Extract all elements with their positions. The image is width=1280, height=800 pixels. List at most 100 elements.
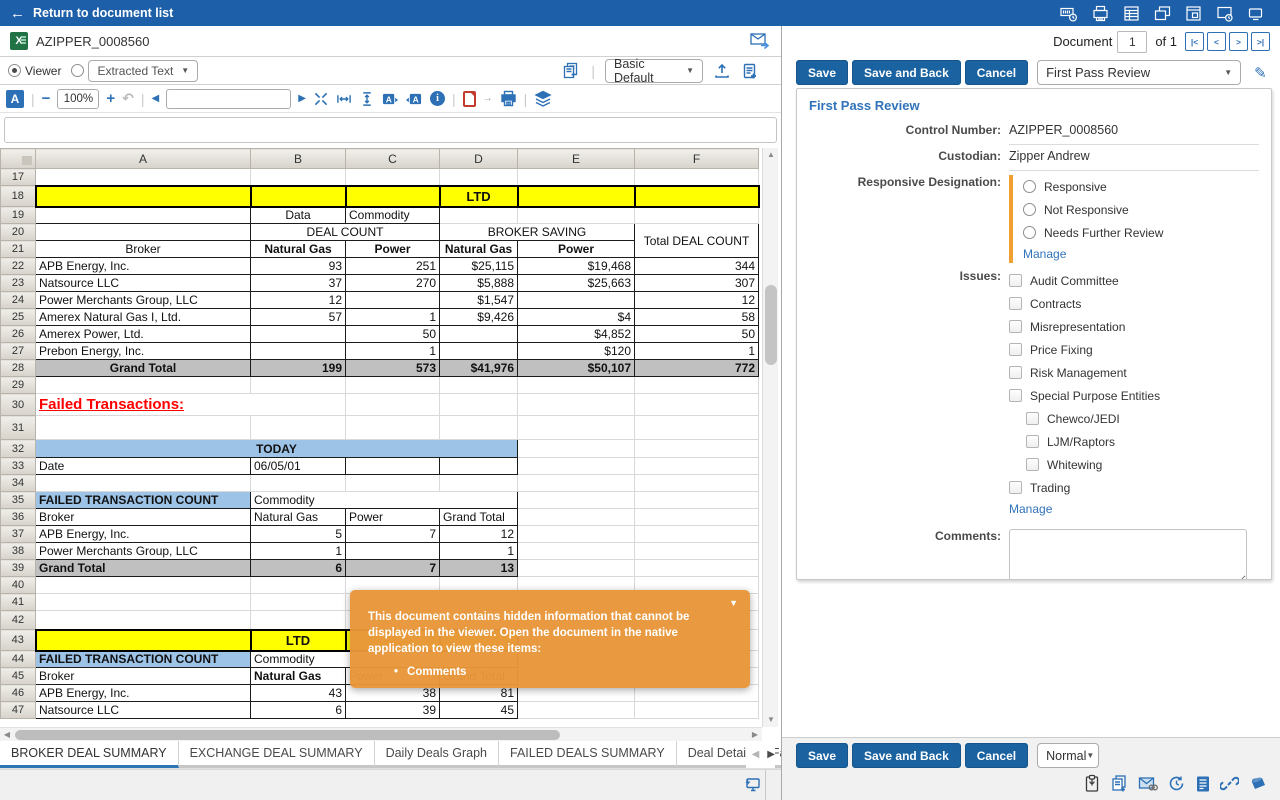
sheet-cell[interactable]: APB Energy, Inc. — [36, 526, 251, 543]
popout-viewer-icon[interactable] — [742, 776, 761, 794]
sheet-cell[interactable]: 251 — [346, 258, 440, 275]
row-header-26[interactable]: 26 — [1, 326, 36, 343]
sheet-cell[interactable]: 772 — [635, 360, 759, 377]
row-header-41[interactable]: 41 — [1, 594, 36, 611]
sheet-cell[interactable]: 1 — [251, 543, 346, 560]
sheet-cell[interactable] — [635, 169, 759, 186]
sheet-cell[interactable] — [518, 207, 635, 224]
sheet-cell[interactable] — [518, 509, 635, 526]
sheet-cell[interactable] — [440, 377, 518, 394]
checkbox-trading[interactable] — [1009, 481, 1022, 494]
row-header-47[interactable]: 47 — [1, 702, 36, 719]
save-button[interactable]: Save — [796, 60, 848, 85]
sheet-cell[interactable]: 7 — [346, 560, 440, 577]
row-header-44[interactable]: 44 — [1, 651, 36, 668]
window-clock-icon[interactable] — [1216, 5, 1233, 22]
column-header-E[interactable]: E — [518, 149, 635, 169]
add-document-icon[interactable] — [741, 62, 759, 80]
sheet-cell[interactable]: Broker — [36, 668, 251, 685]
sheet-cell[interactable]: Grand Total — [36, 560, 251, 577]
column-header-F[interactable]: F — [635, 149, 759, 169]
row-header-38[interactable]: 38 — [1, 543, 36, 560]
row-header-27[interactable]: 27 — [1, 343, 36, 360]
sheet-cell[interactable] — [635, 377, 759, 394]
sheet-cell[interactable]: 58 — [635, 309, 759, 326]
document-stack-icon[interactable] — [562, 61, 581, 80]
sheet-cell[interactable] — [346, 458, 440, 475]
sheet-cell[interactable] — [518, 526, 635, 543]
row-header-18[interactable]: 18 — [1, 186, 36, 207]
sheet-cell[interactable]: $50,107 — [518, 360, 635, 377]
sheet-cell[interactable]: 13 — [440, 560, 518, 577]
sheet-cell[interactable]: Natsource LLC — [36, 702, 251, 719]
sheet-cell[interactable] — [251, 594, 346, 611]
extracted-text-dropdown[interactable]: Extracted Text ▼ — [88, 60, 198, 82]
sheet-cell[interactable]: $4,852 — [518, 326, 635, 343]
row-header-30[interactable]: 30 — [1, 394, 36, 416]
sheet-cell[interactable]: 7 — [346, 526, 440, 543]
row-header-28[interactable]: 28 — [1, 360, 36, 377]
footer-save-button[interactable]: Save — [796, 743, 848, 768]
sheet-cell[interactable] — [635, 492, 759, 509]
cascade-windows-icon[interactable] — [1154, 5, 1171, 22]
sheet-cell[interactable] — [635, 475, 759, 492]
scroll-up-icon[interactable]: ▲ — [763, 148, 779, 162]
checkbox-risk-management[interactable] — [1009, 366, 1022, 379]
next-page-icon[interactable]: ▶ — [298, 93, 306, 104]
sheet-cell[interactable]: 50 — [635, 326, 759, 343]
sheet-cell[interactable]: $9,426 — [440, 309, 518, 326]
history-icon[interactable] — [1167, 774, 1186, 793]
row-header-31[interactable]: 31 — [1, 416, 36, 440]
sheet-cell[interactable] — [518, 475, 635, 492]
sheet-cell[interactable] — [346, 543, 440, 560]
fit-height-icon[interactable] — [359, 91, 375, 107]
sheet-cell[interactable]: $1,547 — [440, 292, 518, 309]
grid-document-icon[interactable] — [1123, 5, 1140, 22]
row-header-24[interactable]: 24 — [1, 292, 36, 309]
sheet-cell[interactable] — [251, 475, 346, 492]
sheet-cell[interactable]: BROKER SAVING — [440, 224, 635, 241]
return-to-document-list-link[interactable]: Return to document list — [33, 6, 173, 20]
sheet-cell[interactable] — [518, 560, 635, 577]
sheet-cell[interactable] — [440, 343, 518, 360]
select-all-corner[interactable] — [1, 149, 36, 169]
sheet-cell[interactable] — [635, 702, 759, 719]
sheet-cell[interactable] — [251, 577, 346, 594]
sheet-cell[interactable]: TODAY — [36, 440, 518, 458]
sheet-cell[interactable] — [518, 169, 635, 186]
sheet-cell[interactable] — [346, 186, 440, 207]
row-header-23[interactable]: 23 — [1, 275, 36, 292]
sheet-cell[interactable]: Natsource LLC — [36, 275, 251, 292]
scroll-right-icon[interactable]: ▶ — [748, 728, 762, 742]
tabs-scroll-right-icon[interactable]: ▶ — [767, 749, 775, 760]
row-header-34[interactable]: 34 — [1, 475, 36, 492]
sheet-cell[interactable] — [36, 224, 251, 241]
sheet-cell[interactable]: 344 — [635, 258, 759, 275]
sheet-cell[interactable]: $4 — [518, 309, 635, 326]
sheet-cell[interactable] — [346, 292, 440, 309]
row-header-42[interactable]: 42 — [1, 611, 36, 630]
previous-page-icon[interactable]: ◀ — [152, 93, 160, 104]
sheet-cell[interactable]: APB Energy, Inc. — [36, 258, 251, 275]
sheet-tab-daily-deals-graph[interactable]: Daily Deals Graph — [375, 741, 499, 768]
column-header-B[interactable]: B — [251, 149, 346, 169]
radio-responsive[interactable] — [1023, 180, 1036, 193]
sheet-cell[interactable] — [635, 509, 759, 526]
sheet-cell[interactable] — [518, 458, 635, 475]
sheet-tab-exchange-deal-summary[interactable]: EXCHANGE DEAL SUMMARY — [179, 741, 375, 768]
extracted-text-radio[interactable] — [71, 64, 84, 77]
annotation-strip-box[interactable] — [4, 117, 777, 143]
sheet-cell[interactable]: DEAL COUNT — [251, 224, 440, 241]
sheet-cell[interactable] — [346, 475, 440, 492]
sheet-cell[interactable] — [635, 207, 759, 224]
cancel-button[interactable]: Cancel — [965, 60, 1028, 85]
sheet-cell[interactable]: Natural Gas — [251, 668, 346, 685]
sheet-cell[interactable]: 573 — [346, 360, 440, 377]
sheet-cell[interactable] — [518, 440, 635, 458]
sheet-cell[interactable]: 5 — [251, 526, 346, 543]
last-document-button[interactable]: >| — [1251, 32, 1270, 51]
zoom-in-icon[interactable]: + — [106, 90, 115, 107]
sheet-cell[interactable] — [251, 343, 346, 360]
sheet-cell[interactable]: Commodity — [346, 207, 440, 224]
sheet-cell[interactable] — [36, 577, 251, 594]
